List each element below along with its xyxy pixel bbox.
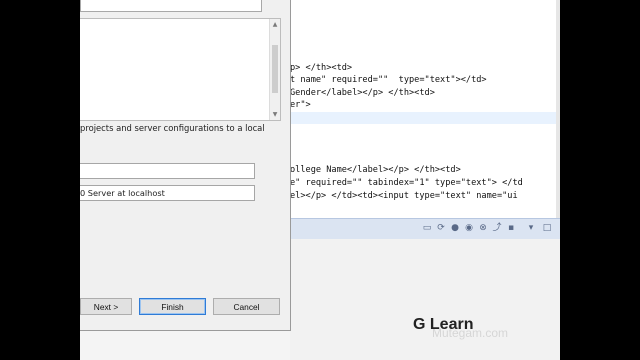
code-line: ollege Name</label></p> </th><td> [290, 165, 461, 175]
code-editor[interactable]: p> </th><td> t name" required="" type="t… [290, 0, 560, 222]
code-line: el></p> </td><td><input type="text" name… [290, 191, 518, 201]
code-line: Gender</label></p> </th><td> [290, 88, 435, 98]
cancel-button[interactable]: Cancel [213, 298, 280, 315]
server-name-field[interactable]: 0 Server at localhost [80, 185, 255, 201]
code-line: er"> [290, 100, 311, 110]
minimize-icon[interactable]: ▭ [422, 223, 432, 233]
min-icon[interactable]: ▾ [526, 223, 536, 233]
project-list[interactable]: ▲ ▼ [80, 18, 281, 121]
servers-view-panel [290, 239, 560, 360]
finish-button[interactable]: Finish [139, 298, 206, 315]
brand-watermark: G Learn [413, 316, 474, 333]
servers-view-toolbar: ▭ ⟳ ● ◉ ⊗ ⤴ ▪ ▾ □ [290, 218, 560, 239]
code-line: t name" required="" type="text"></td> [290, 75, 487, 85]
current-line-highlight [290, 112, 560, 124]
maximize-icon[interactable]: □ [542, 223, 552, 233]
sync-icon[interactable]: ⟳ [436, 223, 446, 233]
code-line: p> </th><td> [290, 63, 353, 73]
disconnect-icon[interactable]: ▪ [506, 223, 516, 233]
publish-icon[interactable]: ⤴ [492, 223, 502, 233]
debug-icon[interactable]: ◉ [464, 223, 474, 233]
scroll-up-icon[interactable]: ▲ [270, 20, 280, 29]
server-host-field[interactable] [80, 163, 255, 179]
code-line: e" required="" tabindex="1" type="text">… [290, 178, 523, 188]
list-scrollbar[interactable]: ▲ ▼ [269, 19, 280, 120]
wizard-description: projects and server configurations to a … [80, 123, 265, 133]
next-button[interactable]: Next > [80, 298, 132, 315]
top-input-field[interactable] [80, 0, 262, 12]
scroll-down-icon[interactable]: ▼ [270, 110, 280, 119]
editor-scrollbar[interactable] [556, 0, 560, 222]
screen: p> </th><td> t name" required="" type="t… [80, 0, 560, 360]
scroll-thumb[interactable] [272, 45, 278, 93]
stop-icon[interactable]: ● [450, 223, 460, 233]
run-icon[interactable]: ⊗ [478, 223, 488, 233]
wizard-dialog: ▲ ▼ projects and server configurations t… [80, 0, 291, 331]
